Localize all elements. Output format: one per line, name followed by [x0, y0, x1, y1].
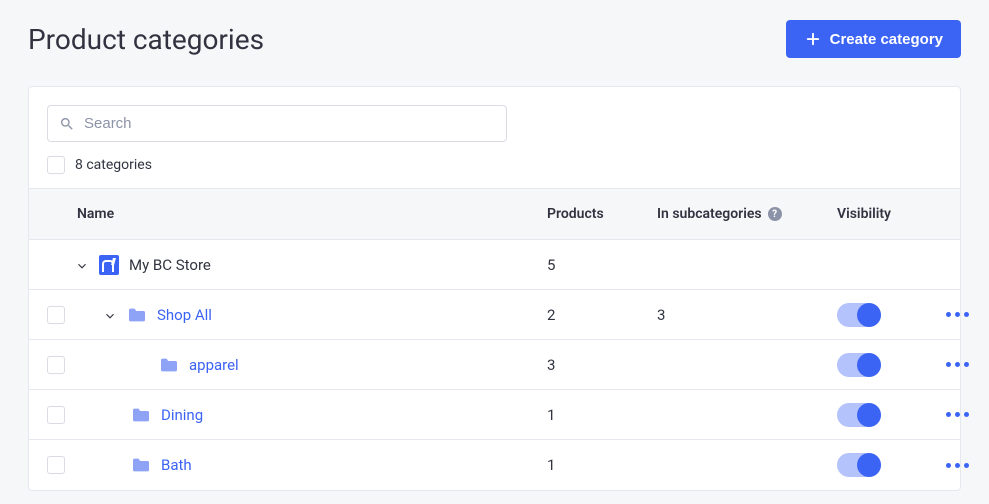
column-header-visibility: Visibility	[837, 206, 937, 222]
search-icon	[59, 116, 75, 132]
table-row: Bath 1	[29, 440, 960, 490]
chevron-down-icon[interactable]	[103, 308, 117, 322]
column-header-products: Products	[547, 206, 657, 222]
table-row: apparel 3	[29, 340, 960, 390]
category-count-label: 8 categories	[75, 157, 152, 173]
row-products: 5	[547, 256, 657, 274]
row-products: 1	[547, 406, 657, 424]
row-checkbox[interactable]	[47, 456, 65, 474]
visibility-toggle[interactable]	[837, 303, 881, 327]
categories-panel: 8 categories Name Products In subcategor…	[28, 86, 961, 491]
create-category-label: Create category	[830, 31, 943, 48]
row-products: 2	[547, 306, 657, 324]
row-label: My BC Store	[129, 256, 211, 274]
column-header-name: Name	[47, 206, 547, 222]
folder-icon	[131, 407, 151, 423]
create-category-button[interactable]: Create category	[786, 20, 961, 58]
row-label[interactable]: apparel	[189, 356, 239, 374]
table-header-row: Name Products In subcategories ? Visibil…	[29, 188, 960, 240]
column-header-subcategories: In subcategories ?	[657, 206, 837, 222]
row-subcategories: 3	[657, 306, 837, 324]
visibility-toggle[interactable]	[837, 403, 881, 427]
table-row: Dining 1	[29, 390, 960, 440]
row-label[interactable]: Dining	[161, 406, 203, 424]
plus-icon	[804, 30, 822, 48]
table-row: Shop All 2 3	[29, 290, 960, 340]
row-checkbox[interactable]	[47, 356, 65, 374]
page-title: Product categories	[28, 23, 264, 56]
row-actions-menu[interactable]	[937, 412, 977, 417]
row-products: 3	[547, 356, 657, 374]
chevron-down-icon[interactable]	[75, 258, 89, 272]
select-all-checkbox[interactable]	[47, 156, 65, 174]
folder-icon	[159, 357, 179, 373]
row-actions-menu[interactable]	[937, 463, 977, 468]
store-icon	[99, 255, 119, 275]
visibility-toggle[interactable]	[837, 453, 881, 477]
row-label[interactable]: Shop All	[157, 306, 212, 324]
folder-icon	[131, 457, 151, 473]
row-checkbox[interactable]	[47, 306, 65, 324]
row-products: 1	[547, 456, 657, 474]
table-row: My BC Store 5	[29, 240, 960, 290]
row-actions-menu[interactable]	[937, 362, 977, 367]
row-label[interactable]: Bath	[161, 456, 192, 474]
visibility-toggle[interactable]	[837, 353, 881, 377]
search-input[interactable]	[47, 105, 507, 142]
column-header-subcategories-label: In subcategories	[657, 206, 762, 222]
folder-icon	[127, 307, 147, 323]
help-icon[interactable]: ?	[768, 207, 782, 221]
row-actions-menu[interactable]	[937, 312, 977, 317]
row-checkbox[interactable]	[47, 406, 65, 424]
